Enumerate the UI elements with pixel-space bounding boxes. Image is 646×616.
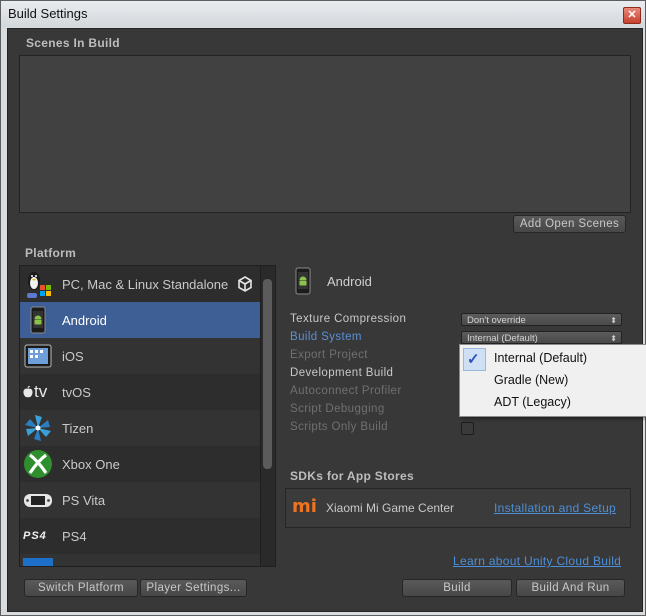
switch-platform-button[interactable]: Switch Platform — [24, 579, 138, 597]
player-settings-button[interactable]: Player Settings... — [140, 579, 247, 597]
platform-item-pc-mac-linux[interactable]: PC, Mac & Linux Standalone — [20, 266, 261, 302]
texture-compression-dropdown[interactable]: Don't override ⬍ — [461, 313, 622, 326]
build-settings-window: Build Settings ✕ Scenes In Build Add Ope… — [0, 0, 646, 616]
scenes-list[interactable] — [19, 55, 631, 213]
selected-platform-title: Android — [327, 274, 372, 289]
sdks-label: SDKs for App Stores — [290, 469, 414, 483]
platform-item-ps-vita[interactable]: PS Vita — [20, 482, 261, 518]
xbox-icon — [24, 450, 52, 478]
current-platform-unity-icon — [238, 276, 252, 292]
platform-name: iOS — [62, 349, 84, 364]
platform-item-ios[interactable]: iOS — [20, 338, 261, 374]
menu-item-gradle[interactable]: Gradle (New) — [494, 373, 568, 387]
platform-name: Tizen — [62, 421, 94, 436]
build-system-dropdown[interactable]: Internal (Default) ⬍ — [461, 331, 622, 344]
platform-name: Xbox One — [62, 457, 120, 472]
build-system-label: Build System — [290, 331, 362, 343]
ps4-icon: PS4 — [23, 530, 47, 542]
ios-icon — [24, 344, 52, 368]
pc-mac-linux-icon — [27, 272, 51, 298]
development-build-label: Development Build — [290, 367, 394, 379]
add-open-scenes-button[interactable]: Add Open Scenes — [513, 215, 626, 233]
cloud-build-link[interactable]: Learn about Unity Cloud Build — [453, 554, 621, 568]
platform-name: PS4 — [62, 529, 87, 544]
scenes-in-build-label: Scenes In Build — [26, 36, 120, 50]
scrollbar-thumb[interactable] — [263, 279, 272, 469]
platform-item-tizen[interactable]: Tizen — [20, 410, 261, 446]
dropdown-arrow-icon: ⬍ — [610, 316, 617, 325]
close-button[interactable]: ✕ — [623, 7, 641, 24]
platform-name: PC, Mac & Linux Standalone — [62, 277, 229, 292]
tizen-icon — [25, 415, 51, 441]
platform-item-tvos[interactable]: tv tvOS — [20, 374, 261, 410]
sdk-box: mi Xiaomi Mi Game Center Installation an… — [285, 488, 631, 528]
texture-compression-label: Texture Compression — [290, 313, 407, 325]
android-header-icon — [295, 267, 311, 295]
check-icon: ✓ — [467, 351, 480, 368]
sdk-name: Xiaomi Mi Game Center — [326, 501, 455, 515]
platform-item-ps4[interactable]: PS4 PS4 — [20, 518, 261, 554]
main-panel: Scenes In Build Add Open Scenes Platform… — [7, 28, 643, 612]
script-debugging-label: Script Debugging — [290, 403, 385, 415]
build-button[interactable]: Build — [402, 579, 512, 597]
title-bar[interactable]: Build Settings ✕ — [1, 1, 645, 27]
platform-list[interactable]: PC, Mac & Linux Standalone Android iOS t… — [19, 265, 262, 567]
autoconnect-profiler-label: Autoconnect Profiler — [290, 385, 402, 397]
platform-name: tvOS — [62, 385, 91, 400]
platform-name: PS Vita — [62, 493, 106, 508]
platform-item-android[interactable]: Android — [20, 302, 261, 338]
export-project-label: Export Project — [290, 349, 368, 361]
windows-store-icon — [23, 558, 53, 566]
close-icon: ✕ — [627, 9, 637, 21]
build-and-run-button[interactable]: Build And Run — [516, 579, 625, 597]
scripts-only-build-checkbox[interactable] — [461, 422, 474, 435]
build-system-menu: ✓ Internal (Default) Gradle (New) ADT (L… — [459, 344, 646, 417]
ps-vita-icon — [24, 494, 52, 507]
platform-name: Android — [62, 313, 107, 328]
window-title: Build Settings — [8, 6, 88, 21]
installation-setup-link[interactable]: Installation and Setup — [494, 501, 616, 515]
build-system-value: Internal (Default) — [467, 333, 538, 344]
android-icon — [30, 306, 46, 334]
platform-item-partial[interactable] — [20, 554, 261, 566]
scripts-only-build-label: Scripts Only Build — [290, 421, 388, 433]
platform-scrollbar[interactable] — [260, 265, 276, 567]
menu-item-adt[interactable]: ADT (Legacy) — [494, 395, 571, 409]
platform-item-xbox-one[interactable]: Xbox One — [20, 446, 261, 482]
tvos-icon: tv — [23, 377, 53, 407]
xiaomi-logo-icon: mi — [292, 496, 317, 517]
platform-label: Platform — [25, 246, 77, 260]
menu-item-internal[interactable]: Internal (Default) — [494, 351, 587, 365]
texture-compression-value: Don't override — [467, 315, 526, 326]
